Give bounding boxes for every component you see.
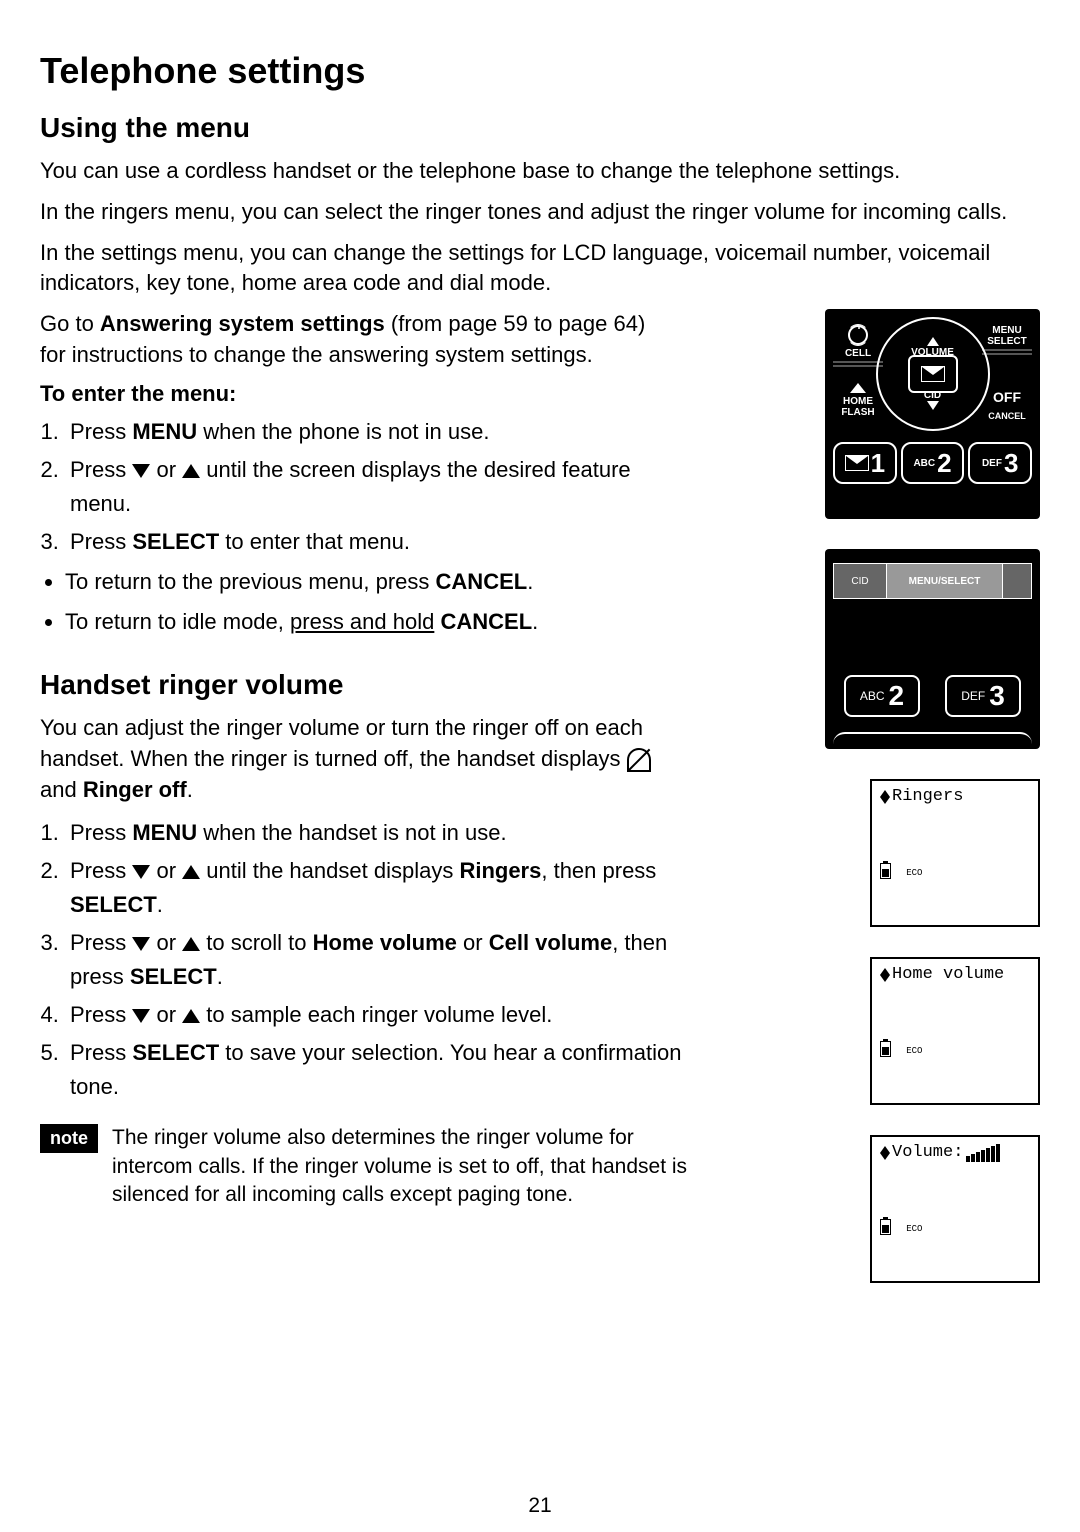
bullet-list: To return to the previous menu, press CA… (40, 565, 685, 639)
triangle-down-icon (880, 975, 890, 982)
lcd-screen-home-volume: Home volume ECO (870, 957, 1040, 1105)
d-pad: VOLUME CID (876, 317, 990, 431)
home-icon (850, 383, 866, 393)
handset-keypad-illustration: CELL MENU SELECT HOME FLASH OFF CAN (825, 309, 1040, 519)
paragraph: You can use a cordless handset or the te… (40, 156, 1040, 187)
list-item: Press MENU when the phone is not in use. (65, 415, 685, 449)
list-item: Press or until the screen displays the d… (65, 453, 685, 521)
triangle-down-icon (132, 937, 150, 951)
list-item: Press SELECT to save your selection. You… (65, 1036, 725, 1104)
base-cid-button: CID (834, 564, 887, 598)
triangle-up-icon (880, 968, 890, 975)
ringer-off-icon (627, 748, 651, 772)
triangle-up-icon (880, 1146, 890, 1153)
home-flash-button: HOME FLASH (833, 383, 883, 418)
list-item: To return to idle mode, press and hold C… (65, 605, 685, 639)
base-key-3: DEF 3 (945, 675, 1021, 717)
eco-label: ECO (906, 868, 922, 878)
triangle-up-icon (182, 865, 200, 879)
lcd-text: Volume: (892, 1143, 963, 1162)
triangle-down-icon (927, 401, 939, 410)
ordered-list: Press MENU when the handset is not in us… (40, 816, 725, 1105)
list-item: Press SELECT to enter that menu. (65, 525, 685, 559)
triangle-down-icon (880, 1153, 890, 1160)
lcd-text: Home volume (892, 965, 1004, 984)
base-keypad-illustration: CID MENU/SELECT ABC 2 DEF 3 (825, 549, 1040, 749)
base-key-2: ABC 2 (844, 675, 920, 717)
menu-select-button: MENU SELECT (982, 325, 1032, 357)
off-button: OFF (982, 389, 1032, 405)
base-menu-select-button: MENU/SELECT (887, 564, 1003, 598)
lcd-screen-volume-level: Volume: ECO (870, 1135, 1040, 1283)
document-page: Telephone settings Using the menu You ca… (0, 0, 1080, 1532)
triangle-down-icon (132, 865, 150, 879)
triangle-up-icon (182, 1009, 200, 1023)
list-item: Press or to scroll to Home volume or Cel… (65, 926, 725, 994)
figures-column: CELL MENU SELECT HOME FLASH OFF CAN (740, 309, 1040, 1283)
eco-label: ECO (906, 1224, 922, 1234)
d-pad-center (908, 355, 958, 393)
list-item: Press or until the handset displays Ring… (65, 854, 725, 922)
lcd-screen-ringers: Ringers ECO (870, 779, 1040, 927)
list-item: To return to the previous menu, press CA… (65, 565, 685, 599)
paragraph: In the ringers menu, you can select the … (40, 197, 1040, 228)
triangle-up-icon (880, 790, 890, 797)
base-menu-row: CID MENU/SELECT (833, 563, 1032, 599)
keypad-key-1: 1 (833, 442, 897, 484)
triangle-up-icon (927, 337, 939, 346)
triangle-down-icon (132, 1009, 150, 1023)
paragraph: Go to Answering system settings (from pa… (40, 309, 660, 371)
note-box: note The ringer volume also determines t… (40, 1124, 715, 1209)
envelope-icon (845, 455, 869, 471)
page-title: Telephone settings (40, 50, 1040, 92)
list-item: Press or to sample each ringer volume le… (65, 998, 725, 1032)
keypad-key-2: ABC 2 (901, 442, 965, 484)
keypad-key-3: DEF 3 (968, 442, 1032, 484)
paragraph: You can adjust the ringer volume or turn… (40, 713, 660, 805)
triangle-up-icon (182, 937, 200, 951)
cell-icon (848, 325, 868, 345)
section-heading-using-menu: Using the menu (40, 112, 1040, 144)
cancel-button: CANCEL (982, 411, 1032, 421)
triangle-up-icon (182, 464, 200, 478)
triangle-down-icon (880, 797, 890, 804)
ordered-list: Press MENU when the phone is not in use.… (40, 415, 685, 559)
battery-icon (880, 1041, 891, 1057)
paragraph: In the settings menu, you can change the… (40, 238, 1040, 300)
volume-bars-icon (965, 1143, 1000, 1162)
eco-label: ECO (906, 1046, 922, 1056)
battery-icon (880, 863, 891, 879)
triangle-down-icon (132, 464, 150, 478)
page-number: 21 (528, 1494, 551, 1518)
note-text: The ringer volume also determines the ri… (112, 1124, 715, 1209)
lcd-text: Ringers (892, 787, 963, 806)
envelope-icon (921, 366, 945, 382)
battery-icon (880, 1219, 891, 1235)
note-label: note (40, 1124, 98, 1153)
list-item: Press MENU when the handset is not in us… (65, 816, 725, 850)
